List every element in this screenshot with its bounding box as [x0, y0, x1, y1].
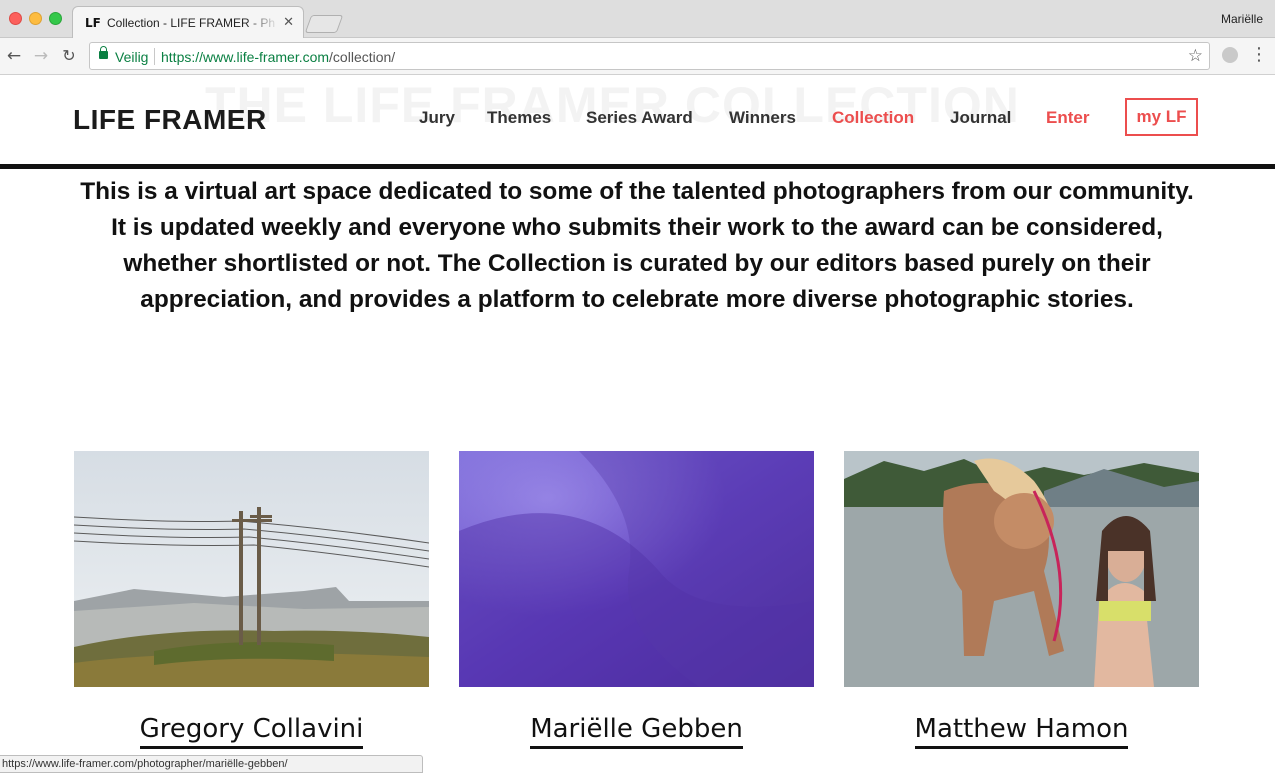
- nav-journal[interactable]: Journal: [950, 108, 1011, 128]
- url-host: https://www.life-framer.com: [161, 49, 330, 65]
- more-menu-icon[interactable]: ⋮: [1250, 45, 1268, 65]
- lock-icon: [99, 46, 108, 59]
- horse-lake-image: [844, 451, 1199, 687]
- address-bar[interactable]: Veilig https://www.life-framer.com/colle…: [89, 42, 1210, 70]
- my-lf-button[interactable]: my LF: [1125, 98, 1198, 136]
- close-window-icon[interactable]: [9, 12, 22, 25]
- photographer-name[interactable]: Gregory Collavini: [74, 714, 429, 749]
- lf-favicon-icon: LF: [85, 16, 101, 30]
- abstract-purple-image: [459, 451, 814, 687]
- landscape-image: [74, 451, 429, 687]
- bookmark-star-icon[interactable]: ☆: [1188, 46, 1203, 66]
- url-path: /collection/: [329, 49, 396, 65]
- nav-themes[interactable]: Themes: [487, 108, 551, 128]
- site-logo[interactable]: LIFE FRAMER: [73, 104, 267, 136]
- site-header: THE LIFE FRAMER COLLECTION LIFE FRAMER J…: [0, 76, 1275, 164]
- url-divider: [154, 48, 155, 65]
- secure-label: Veilig: [115, 49, 149, 65]
- forward-arrow-icon[interactable]: →: [30, 45, 52, 67]
- new-tab-button[interactable]: [304, 15, 344, 33]
- photo-woman-with-horse-in-lake[interactable]: [844, 451, 1199, 687]
- maximize-window-icon[interactable]: [49, 12, 62, 25]
- photographer-name[interactable]: Mariëlle Gebben: [459, 714, 814, 749]
- photo-purple-fabric-abstract[interactable]: [459, 451, 814, 687]
- browser-tab[interactable]: LF Collection - LIFE FRAMER - Ph ✕: [72, 6, 304, 39]
- photographer-name[interactable]: Matthew Hamon: [844, 714, 1199, 749]
- tab-title: Collection - LIFE FRAMER - Ph: [107, 16, 276, 30]
- nav-enter[interactable]: Enter: [1046, 108, 1089, 128]
- collection-intro: This is a virtual art space dedicated to…: [80, 178, 1194, 313]
- extension-icon[interactable]: [1222, 47, 1238, 63]
- link-status-bar: https://www.life-framer.com/photographer…: [0, 755, 423, 773]
- reload-icon[interactable]: ↻: [58, 45, 80, 67]
- minimize-window-icon[interactable]: [29, 12, 42, 25]
- nav-collection[interactable]: Collection: [832, 108, 914, 128]
- close-tab-icon[interactable]: ✕: [283, 15, 294, 29]
- nav-jury[interactable]: Jury: [419, 108, 455, 128]
- nav-winners[interactable]: Winners: [729, 108, 796, 128]
- browser-toolbar: ← → ↻ Veilig https://www.life-framer.com…: [0, 38, 1275, 75]
- photo-landscape-power-lines[interactable]: [74, 451, 429, 687]
- header-divider: [0, 164, 1275, 169]
- profile-name[interactable]: Mariëlle: [1221, 12, 1263, 26]
- back-arrow-icon[interactable]: ←: [3, 45, 25, 67]
- nav-series-award[interactable]: Series Award: [586, 108, 693, 128]
- url-text[interactable]: https://www.life-framer.com/collection/: [161, 49, 395, 65]
- browser-tab-bar: LF Collection - LIFE FRAMER - Ph ✕ Marië…: [0, 0, 1275, 39]
